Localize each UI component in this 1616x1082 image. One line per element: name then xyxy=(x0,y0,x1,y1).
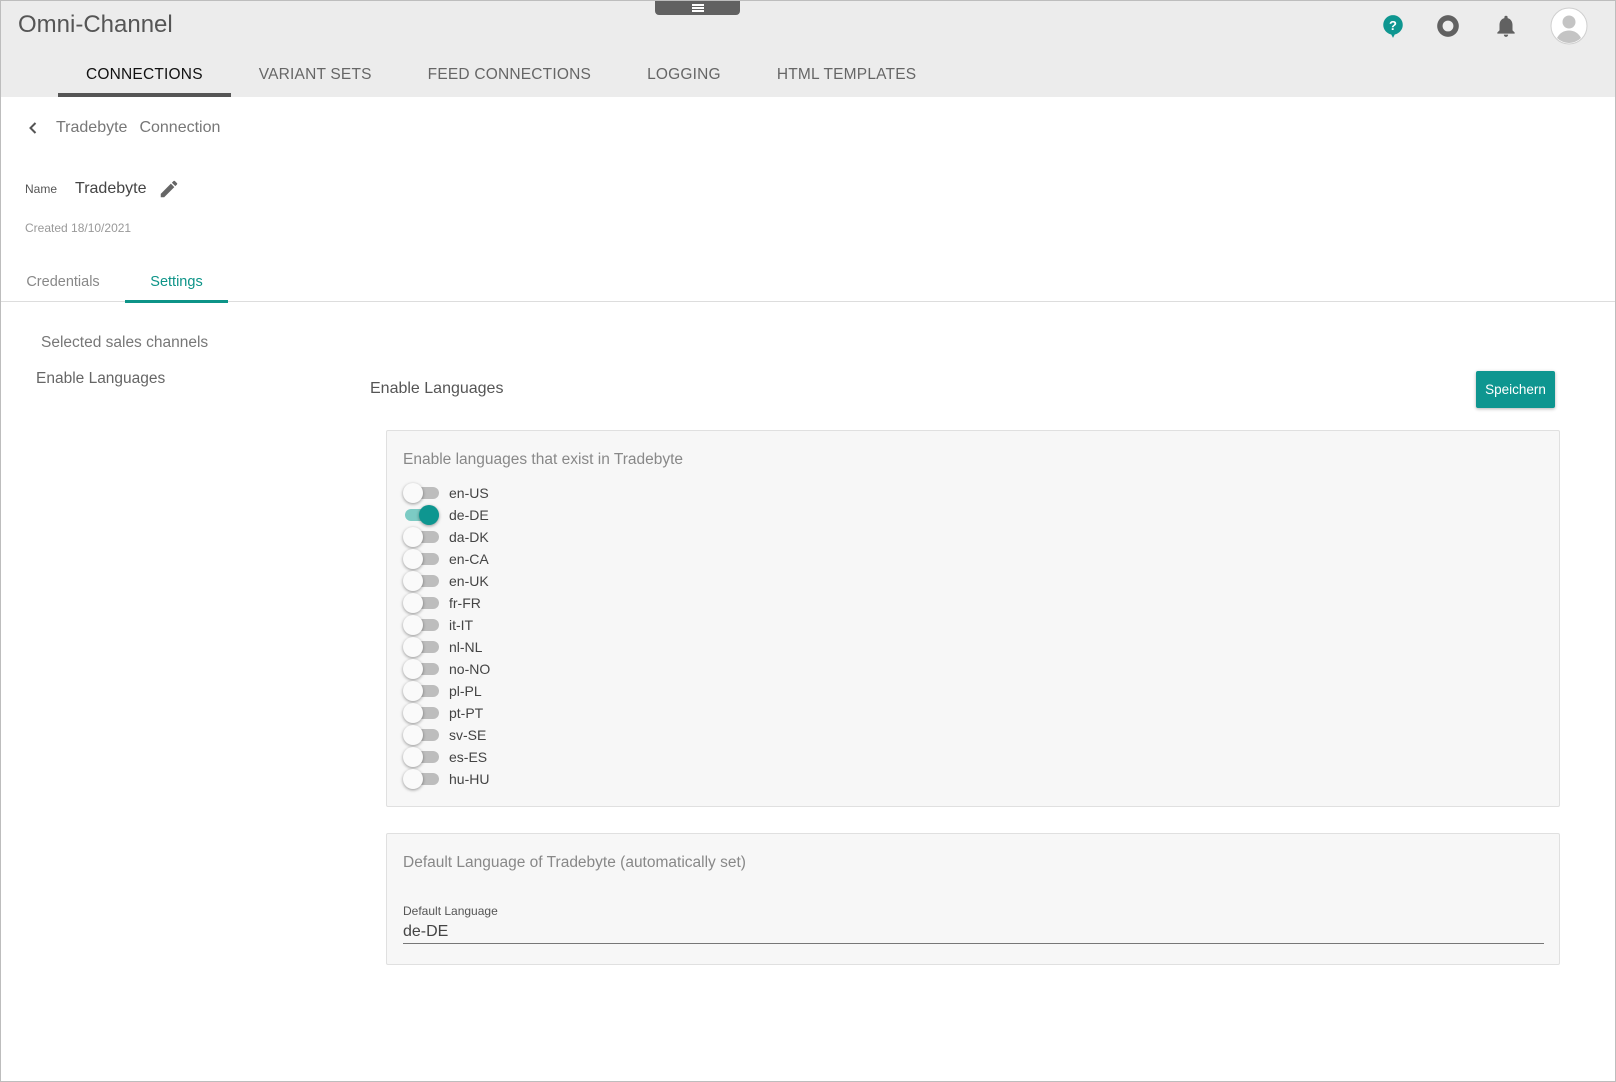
language-toggle[interactable] xyxy=(403,526,439,548)
default-language-label: Default Language xyxy=(403,904,498,918)
language-label: it-IT xyxy=(449,617,474,633)
breadcrumb: Tradebyte Connection xyxy=(22,117,232,139)
language-label: en-CA xyxy=(449,551,489,567)
status-icon[interactable] xyxy=(1431,9,1465,43)
name-value: Tradebyte xyxy=(75,180,147,197)
language-label: pl-PL xyxy=(449,683,482,699)
default-language-card-title: Default Language of Tradebyte (automatic… xyxy=(403,854,746,871)
language-row: nl-NL xyxy=(403,636,482,658)
language-row: sv-SE xyxy=(403,724,486,746)
sub-tabs: Credentials Settings xyxy=(1,262,1615,303)
help-icon[interactable]: ? xyxy=(1376,9,1410,43)
language-label: pt-PT xyxy=(449,705,484,721)
app-title: Omni-Channel xyxy=(18,11,173,38)
language-toggle[interactable] xyxy=(403,548,439,570)
bell-icon[interactable] xyxy=(1489,9,1523,43)
language-row: it-IT xyxy=(403,614,473,636)
tab-logging[interactable]: LOGGING xyxy=(619,53,749,97)
language-row: no-NO xyxy=(403,658,490,680)
language-row: es-ES xyxy=(403,746,487,768)
language-label: en-US xyxy=(449,485,489,501)
language-toggle[interactable] xyxy=(403,614,439,636)
language-label: de-DE xyxy=(449,507,489,523)
tab-settings[interactable]: Settings xyxy=(125,262,228,303)
language-toggle[interactable] xyxy=(403,658,439,680)
language-toggle[interactable] xyxy=(403,570,439,592)
language-toggle[interactable] xyxy=(403,504,439,526)
default-language-card: Default Language of Tradebyte (automatic… xyxy=(386,833,1560,965)
language-toggle[interactable] xyxy=(403,680,439,702)
tab-variant-sets[interactable]: VARIANT SETS xyxy=(231,53,400,97)
languages-card-title: Enable languages that exist in Tradebyte xyxy=(403,451,684,468)
tab-credentials[interactable]: Credentials xyxy=(21,262,105,302)
chevron-left-icon[interactable] xyxy=(22,117,44,139)
breadcrumb-item-tradebyte[interactable]: Tradebyte xyxy=(56,119,127,137)
language-label: en-UK xyxy=(449,573,489,589)
language-row: pt-PT xyxy=(403,702,483,724)
language-toggle[interactable] xyxy=(403,592,439,614)
language-row: en-CA xyxy=(403,548,489,570)
language-label: nl-NL xyxy=(449,639,483,655)
sidenav-selected-sales-channels[interactable]: Selected sales channels xyxy=(41,334,208,352)
language-row: de-DE xyxy=(403,504,489,526)
section-title: Enable Languages xyxy=(370,380,504,397)
name-label: Name xyxy=(25,182,58,196)
language-row: fr-FR xyxy=(403,592,481,614)
language-row: pl-PL xyxy=(403,680,482,702)
app-header: Omni-Channel ? CONNECTIONS VARIANT SETS … xyxy=(1,1,1615,97)
language-toggle[interactable] xyxy=(403,724,439,746)
language-row: da-DK xyxy=(403,526,489,548)
main-nav: CONNECTIONS VARIANT SETS FEED CONNECTION… xyxy=(58,53,944,97)
language-label: sv-SE xyxy=(449,727,487,743)
tab-feed-connections[interactable]: FEED CONNECTIONS xyxy=(400,53,619,97)
save-button[interactable]: Speichern xyxy=(1476,371,1555,408)
sidenav-enable-languages[interactable]: Enable Languages xyxy=(36,370,165,388)
name-row: Name Tradebyte xyxy=(25,178,180,200)
created-date: Created 18/10/2021 xyxy=(25,221,132,235)
language-label: fr-FR xyxy=(449,595,481,611)
default-language-field[interactable] xyxy=(403,920,1544,944)
breadcrumb-item-connection: Connection xyxy=(139,119,221,136)
language-toggle[interactable] xyxy=(403,636,439,658)
language-label: da-DK xyxy=(449,529,489,545)
language-toggle[interactable] xyxy=(403,702,439,724)
pencil-icon[interactable] xyxy=(158,178,180,200)
language-toggle[interactable] xyxy=(403,768,439,790)
avatar[interactable] xyxy=(1550,7,1588,45)
menu-handle-icon[interactable] xyxy=(655,1,740,15)
tab-connections[interactable]: CONNECTIONS xyxy=(58,53,231,97)
language-toggle[interactable] xyxy=(403,482,439,504)
language-label: es-ES xyxy=(449,749,488,765)
language-label: hu-HU xyxy=(449,771,490,787)
svg-text:?: ? xyxy=(1389,18,1397,33)
tab-html-templates[interactable]: HTML TEMPLATES xyxy=(749,53,944,97)
language-row: hu-HU xyxy=(403,768,489,790)
language-label: no-NO xyxy=(449,661,491,677)
language-toggle[interactable] xyxy=(403,746,439,768)
languages-card: Enable languages that exist in Tradebyte… xyxy=(386,430,1560,807)
language-row: en-UK xyxy=(403,570,489,592)
language-row: en-US xyxy=(403,482,489,504)
